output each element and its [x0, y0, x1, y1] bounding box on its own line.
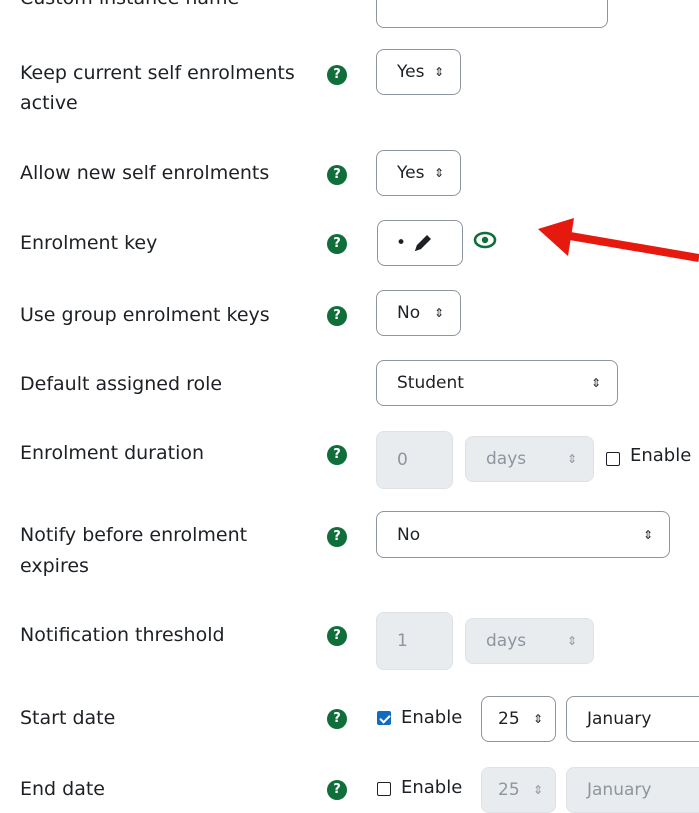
threshold-value: 1	[397, 631, 408, 651]
duration-unit-select[interactable]: days ⇕	[465, 436, 594, 482]
end-date-enable-label: Enable	[401, 777, 463, 798]
default-role-value: Student	[397, 373, 464, 393]
duration-value: 0	[397, 450, 408, 470]
select-arrows-icon: ⇕	[566, 452, 577, 466]
enrolment-key-field[interactable]: •	[377, 220, 463, 266]
help-icon[interactable]: ?	[327, 527, 347, 547]
end-date-label: End date	[20, 778, 105, 800]
duration-enable-label: Enable	[630, 445, 692, 466]
start-date-month: January	[587, 709, 652, 729]
help-icon[interactable]: ?	[327, 626, 347, 646]
select-arrows-icon: ⇕	[566, 634, 577, 648]
end-date-day-select[interactable]: 25 ⇕	[481, 767, 556, 813]
end-date-month: January	[587, 780, 652, 800]
custom-instance-name-input[interactable]	[376, 0, 608, 28]
start-date-enable-label: Enable	[401, 707, 463, 728]
notify-label-line1: Notify before enrolment	[20, 524, 248, 546]
notify-value: No	[397, 524, 421, 545]
eye-icon[interactable]	[473, 231, 497, 249]
help-icon[interactable]: ?	[327, 234, 347, 254]
start-date-label: Start date	[20, 707, 116, 729]
start-date-day: 25	[498, 709, 520, 729]
pencil-icon[interactable]	[412, 232, 434, 254]
keep-current-label-line2: active	[20, 92, 78, 114]
end-date-enable-checkbox[interactable]	[377, 782, 391, 796]
threshold-unit: days	[486, 631, 527, 651]
threshold-number-input[interactable]: 1	[376, 612, 453, 670]
help-icon[interactable]: ?	[327, 780, 347, 800]
select-arrows-icon: ⇕	[532, 783, 543, 797]
threshold-unit-select[interactable]: days ⇕	[465, 618, 594, 664]
help-icon[interactable]: ?	[327, 165, 347, 185]
start-date-month-select[interactable]: January	[566, 696, 699, 742]
start-date-enable-checkbox[interactable]	[377, 711, 391, 725]
default-role-label: Default assigned role	[20, 373, 223, 395]
select-arrows-icon: ⇕	[433, 65, 444, 79]
help-icon[interactable]: ?	[327, 709, 347, 729]
notify-select[interactable]: No ⇕	[376, 511, 670, 558]
help-icon[interactable]: ?	[327, 445, 347, 465]
threshold-label: Notification threshold	[20, 624, 225, 646]
keep-current-label-line1: Keep current self enrolments	[20, 62, 295, 84]
help-icon[interactable]: ?	[327, 306, 347, 326]
default-role-select[interactable]: Student ⇕	[376, 360, 618, 406]
end-date-day: 25	[498, 780, 520, 800]
keep-current-select[interactable]: Yes ⇕	[376, 49, 461, 95]
enrolment-key-label: Enrolment key	[20, 232, 158, 254]
select-arrows-icon: ⇕	[433, 166, 444, 180]
select-arrows-icon: ⇕	[433, 306, 444, 320]
end-date-month-select[interactable]: January	[566, 767, 699, 813]
allow-new-label: Allow new self enrolments	[20, 162, 270, 184]
start-date-day-select[interactable]: 25 ⇕	[481, 696, 556, 742]
help-icon[interactable]: ?	[327, 65, 347, 85]
group-keys-value: No	[397, 303, 421, 323]
custom-instance-name-label: Custom instance name	[20, 0, 239, 13]
enrolment-key-value: •	[396, 233, 407, 253]
select-arrows-icon: ⇕	[532, 712, 543, 726]
duration-enable-checkbox[interactable]	[606, 452, 620, 466]
allow-new-select[interactable]: Yes ⇕	[376, 150, 461, 196]
group-keys-select[interactable]: No ⇕	[376, 290, 461, 336]
notify-label-line2: expires	[20, 555, 89, 577]
select-arrows-icon: ⇕	[590, 376, 601, 390]
duration-number-input[interactable]: 0	[376, 431, 453, 489]
allow-new-value: Yes	[397, 163, 425, 183]
select-arrows-icon: ⇕	[642, 527, 653, 542]
duration-unit: days	[486, 449, 527, 469]
red-arrow	[538, 218, 699, 262]
duration-label: Enrolment duration	[20, 442, 205, 464]
group-keys-label: Use group enrolment keys	[20, 304, 270, 326]
keep-current-value: Yes	[397, 62, 425, 82]
